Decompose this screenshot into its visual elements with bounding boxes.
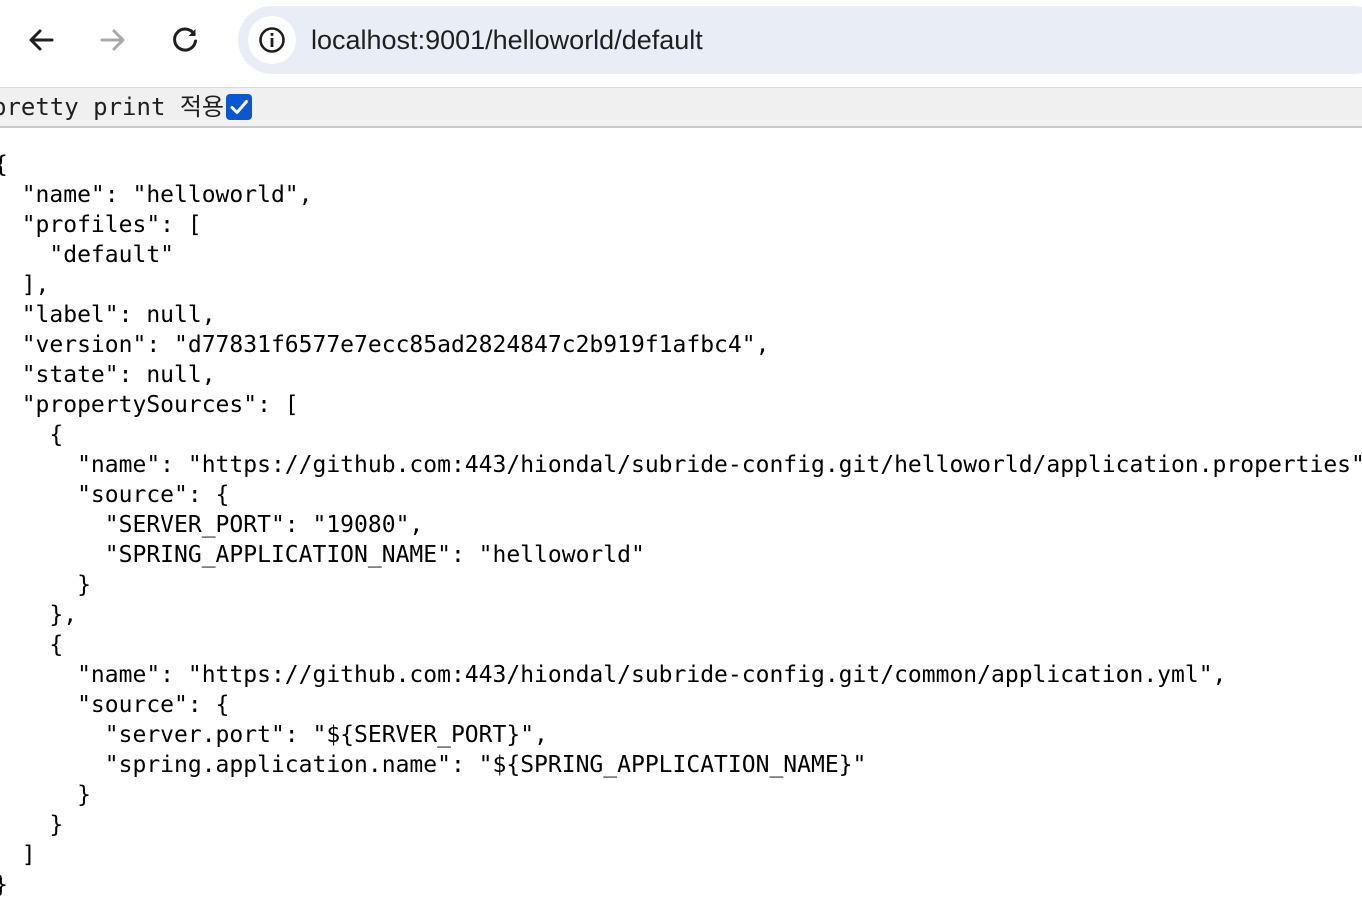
pretty-print-label: pretty print 적용 [0, 93, 224, 121]
back-button[interactable] [17, 16, 65, 64]
reload-icon [173, 27, 197, 52]
forward-button[interactable] [89, 16, 137, 64]
info-icon [259, 27, 285, 53]
json-response-body: { "name": "helloworld", "profiles": [ "d… [0, 152, 1362, 898]
address-bar[interactable]: localhost:9001/helloworld/default [238, 6, 1362, 74]
url-text[interactable]: localhost:9001/helloworld/default [311, 23, 703, 57]
pretty-print-bar: pretty print 적용 [0, 87, 1362, 128]
reload-button[interactable] [161, 16, 209, 64]
arrow-left-icon [29, 29, 54, 51]
arrow-right-icon [100, 29, 125, 51]
browser-toolbar: localhost:9001/helloworld/default [0, 0, 1362, 80]
site-info-button[interactable] [248, 16, 296, 64]
checkmark-icon [230, 100, 248, 114]
pretty-print-checkbox[interactable] [226, 94, 252, 120]
